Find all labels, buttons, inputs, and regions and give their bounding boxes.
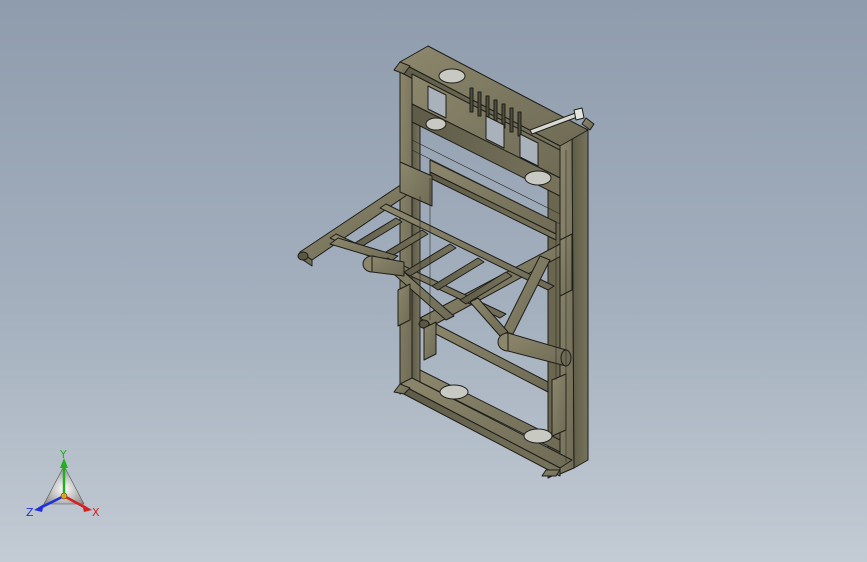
roller-left-body	[371, 255, 405, 277]
z-axis-arrow	[34, 504, 44, 512]
bottom-hole-left	[439, 384, 469, 400]
left-side-plate	[397, 283, 411, 327]
arm-left-pin	[297, 251, 309, 261]
y-axis-label: Y	[59, 448, 67, 461]
top-hole-left	[438, 68, 466, 84]
top-hole-right	[524, 170, 552, 186]
z-axis-label: Z	[26, 506, 34, 519]
left-post	[399, 55, 413, 395]
top-right-screw-head	[573, 107, 585, 121]
x-axis-arrow	[82, 504, 92, 512]
bottom-hole-right	[523, 428, 553, 444]
graphics-viewport[interactable]: Y X Z	[0, 0, 867, 562]
right-post-side	[571, 121, 589, 469]
left-side-plate-2	[423, 321, 437, 361]
triad-origin	[60, 492, 68, 500]
cad-frame-model[interactable]	[0, 0, 867, 562]
top-hole-mid-left	[425, 117, 447, 131]
x-axis-label: X	[92, 506, 100, 519]
view-orientation-triad: Y X Z	[26, 448, 100, 519]
right-lower-plate	[551, 373, 567, 437]
